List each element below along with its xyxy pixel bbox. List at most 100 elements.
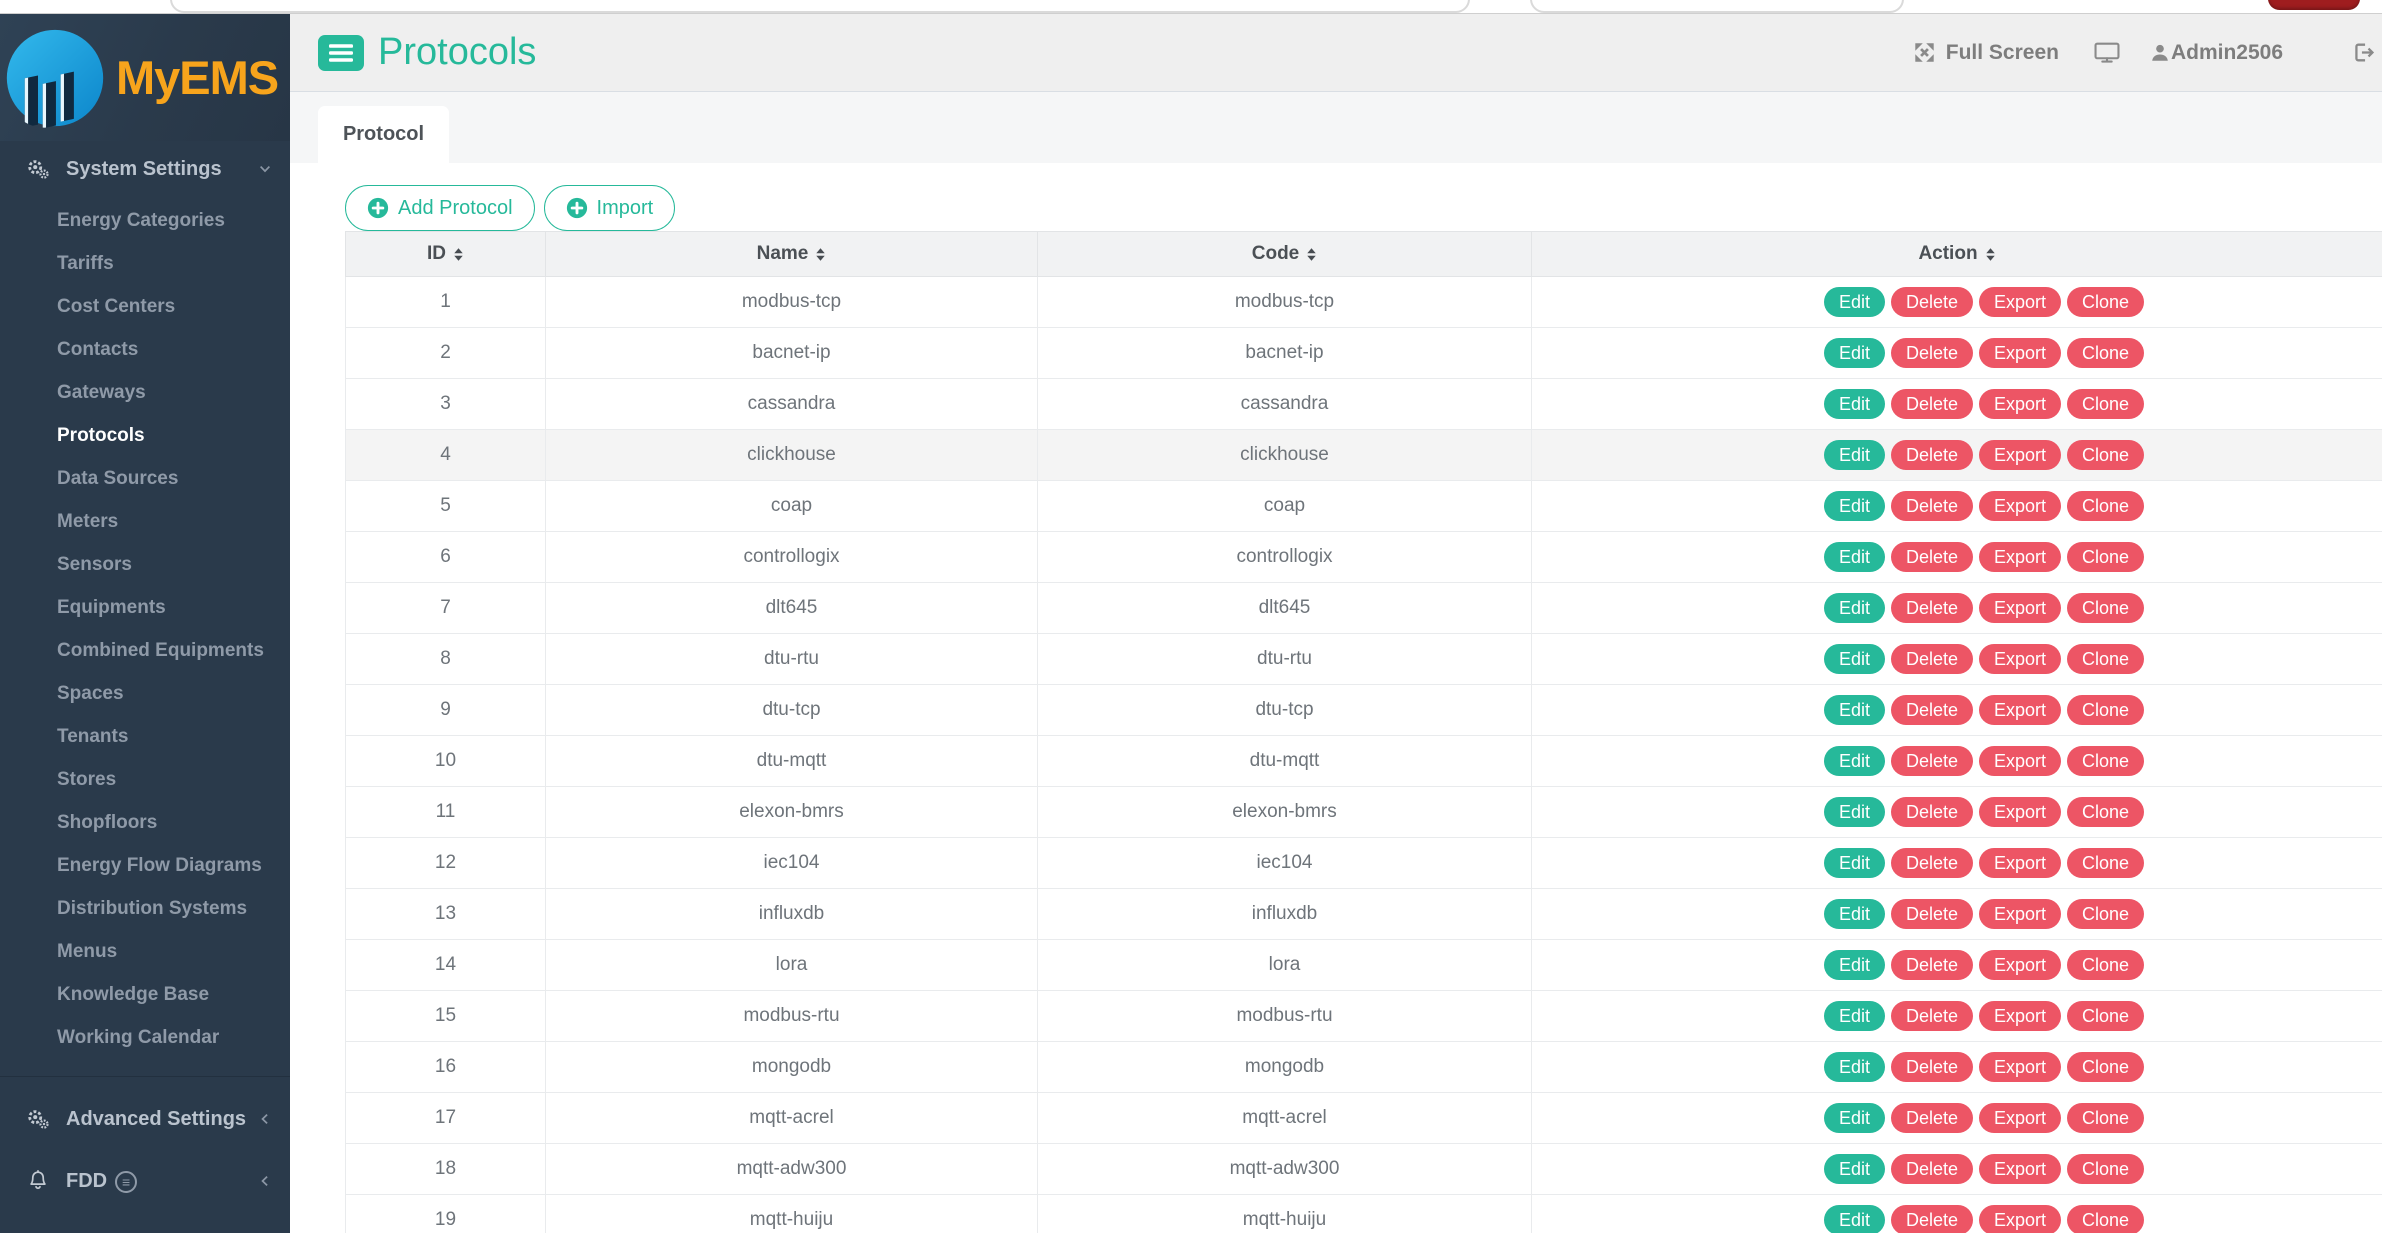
- edit-button[interactable]: Edit: [1824, 338, 1885, 368]
- sidebar-item-energy-flow-diagrams[interactable]: Energy Flow Diagrams: [0, 844, 290, 887]
- edit-button[interactable]: Edit: [1824, 1052, 1885, 1082]
- edit-button[interactable]: Edit: [1824, 491, 1885, 521]
- delete-button[interactable]: Delete: [1891, 1205, 1973, 1233]
- delete-button[interactable]: Delete: [1891, 644, 1973, 674]
- clone-button[interactable]: Clone: [2067, 695, 2144, 725]
- clone-button[interactable]: Clone: [2067, 1205, 2144, 1233]
- sidebar-item-gateways[interactable]: Gateways: [0, 371, 290, 414]
- sidebar-item-working-calendar[interactable]: Working Calendar: [0, 1016, 290, 1059]
- sidebar-item-contacts[interactable]: Contacts: [0, 328, 290, 371]
- sidebar-item-data-sources[interactable]: Data Sources: [0, 457, 290, 500]
- delete-button[interactable]: Delete: [1891, 1103, 1973, 1133]
- column-header-code[interactable]: Code: [1038, 232, 1532, 277]
- clone-button[interactable]: Clone: [2067, 1001, 2144, 1031]
- fullscreen-button[interactable]: Full Screen: [1913, 41, 2059, 65]
- export-button[interactable]: Export: [1979, 797, 2061, 827]
- delete-button[interactable]: Delete: [1891, 797, 1973, 827]
- sidebar-section-advanced-settings[interactable]: Advanced Settings: [0, 1099, 290, 1139]
- sidebar-item-menus[interactable]: Menus: [0, 930, 290, 973]
- sidebar-item-sensors[interactable]: Sensors: [0, 543, 290, 586]
- edit-button[interactable]: Edit: [1824, 1154, 1885, 1184]
- sidebar-item-protocols[interactable]: Protocols: [0, 414, 290, 457]
- signout-button[interactable]: [2351, 40, 2376, 65]
- delete-button[interactable]: Delete: [1891, 287, 1973, 317]
- export-button[interactable]: Export: [1979, 950, 2061, 980]
- export-button[interactable]: Export: [1979, 1001, 2061, 1031]
- export-button[interactable]: Export: [1979, 1103, 2061, 1133]
- edit-button[interactable]: Edit: [1824, 389, 1885, 419]
- logo[interactable]: MyEMS: [0, 14, 290, 141]
- clone-button[interactable]: Clone: [2067, 950, 2144, 980]
- delete-button[interactable]: Delete: [1891, 950, 1973, 980]
- delete-button[interactable]: Delete: [1891, 746, 1973, 776]
- delete-button[interactable]: Delete: [1891, 542, 1973, 572]
- delete-button[interactable]: Delete: [1891, 1154, 1973, 1184]
- clone-button[interactable]: Clone: [2067, 1052, 2144, 1082]
- delete-button[interactable]: Delete: [1891, 1001, 1973, 1031]
- clone-button[interactable]: Clone: [2067, 338, 2144, 368]
- tab-protocol[interactable]: Protocol: [318, 106, 449, 163]
- delete-button[interactable]: Delete: [1891, 491, 1973, 521]
- sidebar-section-fdd[interactable]: FDD≡: [0, 1161, 290, 1201]
- delete-button[interactable]: Delete: [1891, 593, 1973, 623]
- sidebar-item-cost-centers[interactable]: Cost Centers: [0, 285, 290, 328]
- clone-button[interactable]: Clone: [2067, 1103, 2144, 1133]
- clone-button[interactable]: Clone: [2067, 746, 2144, 776]
- edit-button[interactable]: Edit: [1824, 695, 1885, 725]
- edit-button[interactable]: Edit: [1824, 1001, 1885, 1031]
- export-button[interactable]: Export: [1979, 542, 2061, 572]
- export-button[interactable]: Export: [1979, 899, 2061, 929]
- sidebar-toggle-button[interactable]: [318, 35, 364, 71]
- sidebar-section-users-privileges[interactable]: Users & Privileges: [0, 1223, 290, 1233]
- export-button[interactable]: Export: [1979, 746, 2061, 776]
- sidebar-item-energy-categories[interactable]: Energy Categories: [0, 199, 290, 242]
- clone-button[interactable]: Clone: [2067, 899, 2144, 929]
- sidebar-item-shopfloors[interactable]: Shopfloors: [0, 801, 290, 844]
- delete-button[interactable]: Delete: [1891, 899, 1973, 929]
- edit-button[interactable]: Edit: [1824, 950, 1885, 980]
- monitor-button[interactable]: [2093, 40, 2121, 65]
- edit-button[interactable]: Edit: [1824, 287, 1885, 317]
- clone-button[interactable]: Clone: [2067, 593, 2144, 623]
- edit-button[interactable]: Edit: [1824, 1205, 1885, 1233]
- export-button[interactable]: Export: [1979, 1052, 2061, 1082]
- clone-button[interactable]: Clone: [2067, 440, 2144, 470]
- sidebar-item-distribution-systems[interactable]: Distribution Systems: [0, 887, 290, 930]
- sidebar-item-equipments[interactable]: Equipments: [0, 586, 290, 629]
- delete-button[interactable]: Delete: [1891, 848, 1973, 878]
- edit-button[interactable]: Edit: [1824, 797, 1885, 827]
- edit-button[interactable]: Edit: [1824, 644, 1885, 674]
- clone-button[interactable]: Clone: [2067, 1154, 2144, 1184]
- clone-button[interactable]: Clone: [2067, 389, 2144, 419]
- export-button[interactable]: Export: [1979, 287, 2061, 317]
- export-button[interactable]: Export: [1979, 644, 2061, 674]
- column-header-action[interactable]: Action: [1532, 232, 2382, 277]
- add-protocol-button[interactable]: Add Protocol: [345, 185, 535, 231]
- export-button[interactable]: Export: [1979, 389, 2061, 419]
- delete-button[interactable]: Delete: [1891, 695, 1973, 725]
- delete-button[interactable]: Delete: [1891, 338, 1973, 368]
- edit-button[interactable]: Edit: [1824, 440, 1885, 470]
- export-button[interactable]: Export: [1979, 1205, 2061, 1233]
- edit-button[interactable]: Edit: [1824, 593, 1885, 623]
- clone-button[interactable]: Clone: [2067, 491, 2144, 521]
- sidebar-item-knowledge-base[interactable]: Knowledge Base: [0, 973, 290, 1016]
- export-button[interactable]: Export: [1979, 491, 2061, 521]
- delete-button[interactable]: Delete: [1891, 389, 1973, 419]
- clone-button[interactable]: Clone: [2067, 542, 2144, 572]
- column-header-name[interactable]: Name: [546, 232, 1038, 277]
- sidebar-item-stores[interactable]: Stores: [0, 758, 290, 801]
- clone-button[interactable]: Clone: [2067, 797, 2144, 827]
- export-button[interactable]: Export: [1979, 695, 2061, 725]
- column-header-id[interactable]: ID: [346, 232, 546, 277]
- import-button[interactable]: Import: [544, 185, 676, 231]
- sidebar-item-spaces[interactable]: Spaces: [0, 672, 290, 715]
- edit-button[interactable]: Edit: [1824, 1103, 1885, 1133]
- sidebar-item-tariffs[interactable]: Tariffs: [0, 242, 290, 285]
- clone-button[interactable]: Clone: [2067, 848, 2144, 878]
- edit-button[interactable]: Edit: [1824, 848, 1885, 878]
- delete-button[interactable]: Delete: [1891, 1052, 1973, 1082]
- clone-button[interactable]: Clone: [2067, 644, 2144, 674]
- sidebar-section-system-settings[interactable]: System Settings: [0, 149, 290, 189]
- sidebar-item-tenants[interactable]: Tenants: [0, 715, 290, 758]
